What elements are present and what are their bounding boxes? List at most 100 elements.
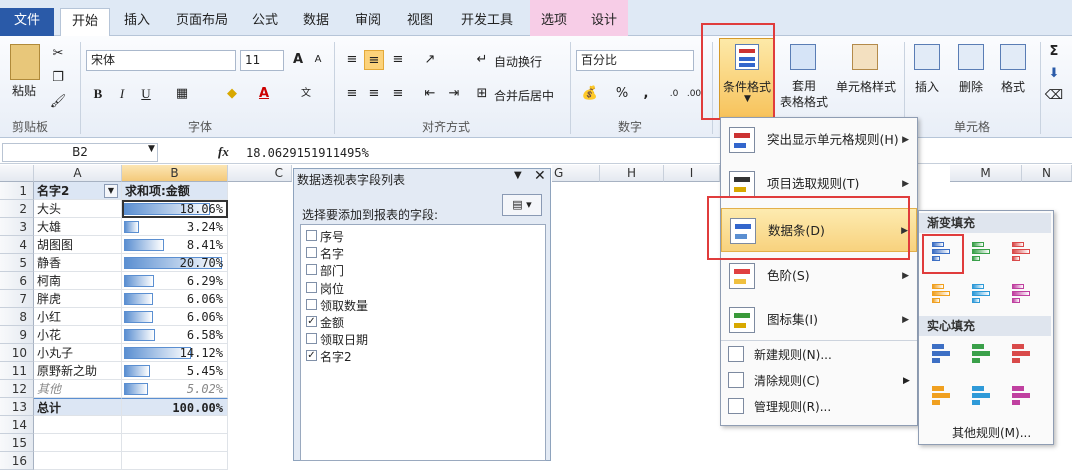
row-header[interactable]: 7 [0, 290, 34, 308]
field-label[interactable]: 金额 [320, 314, 344, 331]
percent-button[interactable]: % [612, 84, 632, 104]
tab-options[interactable]: 选项 [534, 8, 574, 36]
cell-b[interactable] [122, 452, 228, 470]
row-header[interactable]: 12 [0, 380, 34, 398]
field-checkbox[interactable] [306, 230, 317, 241]
cell-a[interactable]: 总计 [34, 398, 122, 416]
decrease-indent-icon[interactable]: ⇤ [420, 84, 440, 104]
tab-home[interactable]: 开始 [60, 8, 110, 37]
cell-b[interactable]: 6.58% [122, 326, 228, 344]
format-cells-icon[interactable] [1000, 44, 1026, 70]
cell-b[interactable]: 100.00% [122, 398, 228, 416]
tab-page-layout[interactable]: 页面布局 [166, 8, 238, 36]
delete-cells-icon[interactable] [958, 44, 984, 70]
align-bottom-icon[interactable]: ≡ [388, 50, 408, 70]
row-header[interactable]: 1 [0, 182, 34, 200]
merge-center-button[interactable]: 合并后居中 [494, 87, 554, 104]
orientation-icon[interactable]: ↗ [420, 50, 440, 70]
column-header[interactable]: N [1022, 165, 1072, 182]
row-header[interactable]: 2 [0, 200, 34, 218]
wrap-text-button[interactable]: 自动换行 [494, 53, 542, 70]
row-header[interactable]: 5 [0, 254, 34, 272]
gradient-databar-swatch-icon[interactable] [926, 280, 956, 308]
gradient-databar-swatch-icon[interactable] [1006, 280, 1036, 308]
column-header[interactable]: I [664, 165, 720, 182]
grow-font-button[interactable]: A [288, 50, 308, 70]
font-name-box[interactable]: 宋体 [86, 50, 236, 71]
cell-b[interactable]: 18.06% [122, 200, 228, 218]
border-icon[interactable]: ▦ [172, 84, 192, 104]
cond-menu-small-item[interactable]: 清除规则(C) [754, 372, 820, 389]
bold-button[interactable]: B [88, 84, 108, 104]
tab-file[interactable]: 文件 [0, 8, 54, 36]
cell-a[interactable]: 小丸子 [34, 344, 122, 362]
cell-a[interactable]: 小花 [34, 326, 122, 344]
gradient-databar-swatch-icon[interactable] [1006, 238, 1036, 266]
column-header[interactable]: M [950, 165, 1022, 182]
format-cells-button[interactable]: 格式 [1001, 78, 1025, 95]
cell-a[interactable]: 大头 [34, 200, 122, 218]
column-header[interactable]: G [552, 165, 600, 182]
row-header[interactable]: 3 [0, 218, 34, 236]
tab-developer[interactable]: 开发工具 [452, 8, 522, 36]
font-color-icon[interactable]: A [254, 84, 274, 104]
cell-b[interactable]: 求和项:金额 [122, 182, 228, 200]
font-size-box[interactable]: 11 [240, 50, 284, 71]
field-checkbox[interactable] [306, 333, 317, 345]
row-header[interactable]: 9 [0, 326, 34, 344]
cell-a[interactable]: 胖虎 [34, 290, 122, 308]
row-header[interactable]: 10 [0, 344, 34, 362]
italic-button[interactable]: I [112, 84, 132, 104]
copy-icon[interactable]: ❐ [48, 68, 68, 88]
autosum-icon[interactable]: Σ [1044, 42, 1064, 62]
cond-menu-item[interactable]: 突出显示单元格规则(H) ▶ [721, 118, 917, 162]
field-checkbox[interactable] [306, 247, 317, 259]
solid-databar-swatch-icon[interactable] [1006, 340, 1036, 368]
solid-databar-swatch-icon[interactable] [926, 340, 956, 368]
field-checkbox[interactable] [306, 281, 317, 293]
cell-a[interactable]: 胡图图 [34, 236, 122, 254]
shrink-font-button[interactable]: A [308, 50, 328, 70]
cell-a[interactable]: 柯南 [34, 272, 122, 290]
cell-styles-button[interactable]: 单元格样式 [836, 78, 896, 95]
cell-b[interactable]: 5.45% [122, 362, 228, 380]
field-checkbox[interactable]: ✓ [306, 350, 317, 362]
cell-b[interactable]: 6.29% [122, 272, 228, 290]
row-header[interactable]: 8 [0, 308, 34, 326]
column-header[interactable]: H [600, 165, 664, 182]
currency-icon[interactable]: 💰 [580, 84, 600, 104]
field-label[interactable]: 岗位 [320, 280, 344, 297]
cell-b[interactable] [122, 416, 228, 434]
cell-b[interactable]: 14.12% [122, 344, 228, 362]
cell-b[interactable]: 6.06% [122, 308, 228, 326]
tab-formulas[interactable]: 公式 [244, 8, 286, 36]
close-icon[interactable]: ✕ [534, 168, 546, 184]
comma-button[interactable]: , [636, 84, 656, 104]
clear-icon[interactable]: ⌫ [1044, 86, 1064, 106]
field-label[interactable]: 名字2 [320, 348, 352, 365]
row-header[interactable]: 11 [0, 362, 34, 380]
cell-b[interactable]: 5.02% [122, 380, 228, 398]
cut-icon[interactable]: ✂ [48, 44, 68, 64]
increase-indent-icon[interactable]: ⇥ [444, 84, 464, 104]
cell-a[interactable]: 大雄 [34, 218, 122, 236]
row-header[interactable]: 16 [0, 452, 34, 470]
align-right-icon[interactable]: ≡ [388, 84, 408, 104]
number-format-box[interactable]: 百分比 [576, 50, 694, 71]
solid-databar-swatch-icon[interactable] [1006, 382, 1036, 410]
gradient-databar-swatch-icon[interactable] [966, 280, 996, 308]
underline-button[interactable]: U [136, 84, 156, 104]
align-top-icon[interactable]: ≡ [342, 50, 362, 70]
solid-databar-swatch-icon[interactable] [926, 382, 956, 410]
cell-a[interactable]: 小红 [34, 308, 122, 326]
tab-data[interactable]: 数据 [294, 8, 338, 36]
insert-cells-icon[interactable] [914, 44, 940, 70]
fill-color-icon[interactable]: ◆ [222, 84, 242, 104]
cell-a[interactable] [34, 434, 122, 452]
more-rules-item[interactable]: 其他规则(M)... [952, 424, 1031, 441]
tab-review[interactable]: 审阅 [346, 8, 390, 36]
field-label[interactable]: 部门 [320, 262, 344, 279]
paste-button[interactable]: 粘贴 [12, 82, 36, 99]
column-header[interactable]: B [122, 165, 228, 182]
field-checkbox[interactable] [306, 298, 317, 310]
